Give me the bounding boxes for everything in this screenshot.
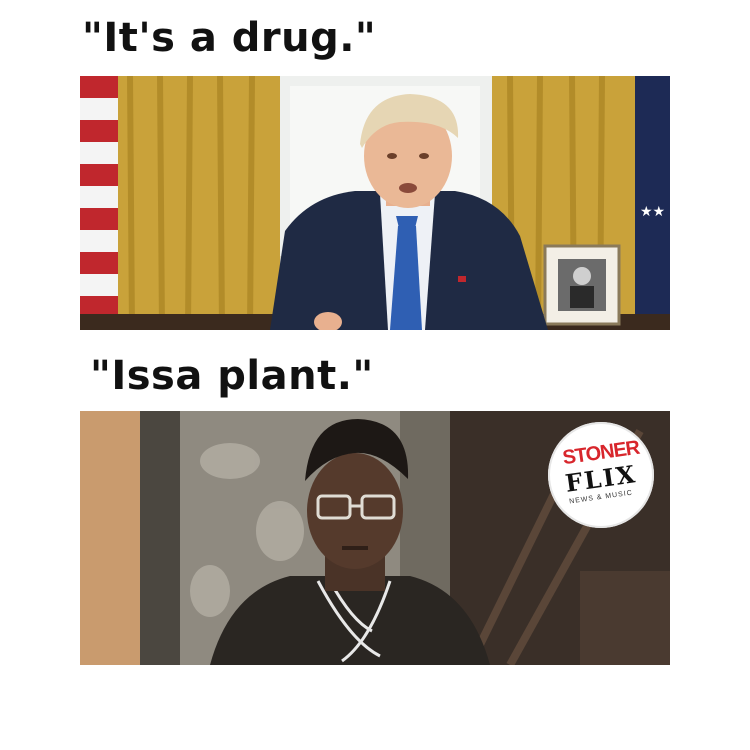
- top-photo: ★★: [80, 76, 670, 330]
- stoner-flix-logo: STONER FLIX NEWS & MUSIC: [548, 422, 654, 528]
- top-caption: "It's a drug.": [82, 15, 377, 61]
- flag-left: [80, 76, 118, 330]
- bottom-caption: "Issa plant.": [90, 353, 374, 399]
- office-scene-illustration: ★★: [80, 76, 670, 330]
- svg-text:★★: ★★: [640, 204, 665, 220]
